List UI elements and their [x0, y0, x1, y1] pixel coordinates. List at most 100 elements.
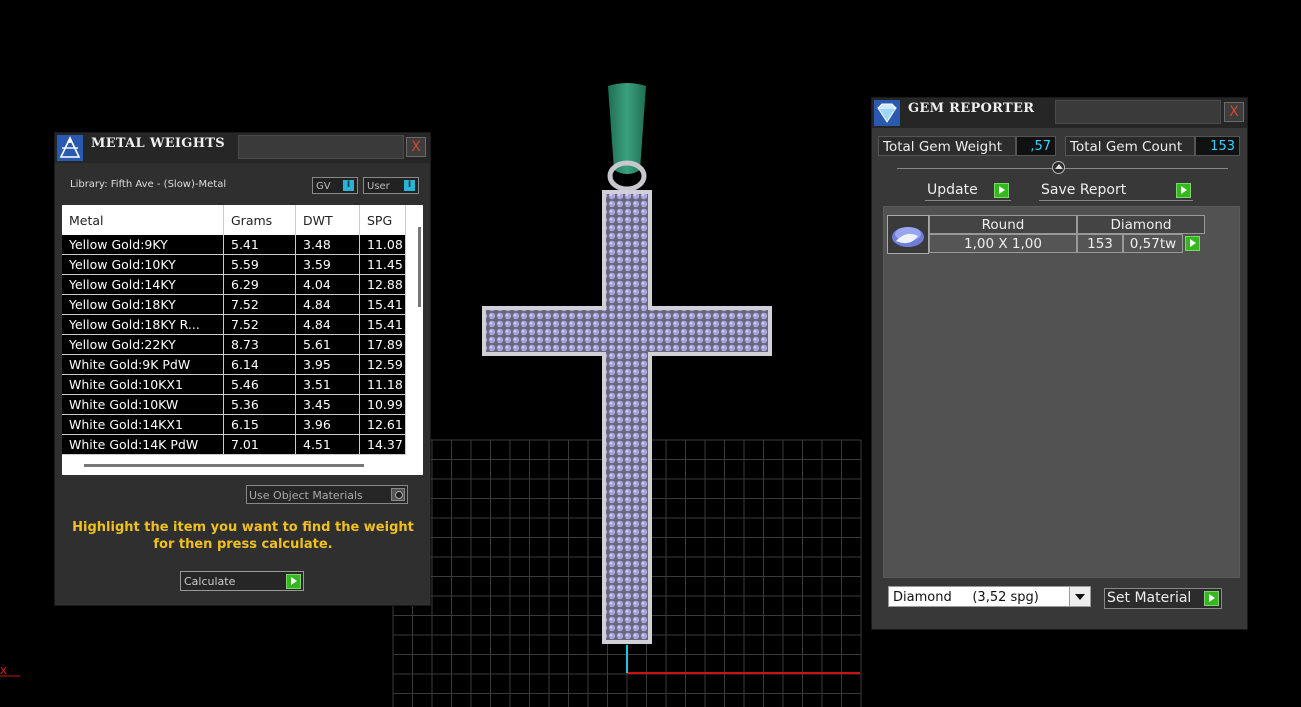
slider-handle[interactable] — [1052, 161, 1065, 174]
gem-reporter-close-button[interactable]: X — [1224, 102, 1244, 122]
table-row[interactable]: Yellow Gold:22KY 8.73 5.61 17.89 — [62, 334, 406, 355]
titlebar-grip[interactable] — [238, 135, 404, 159]
set-material-button[interactable]: Set Material — [1104, 588, 1222, 609]
table-row[interactable]: White Gold:14K PdW 7.01 4.51 14.37 — [62, 434, 406, 455]
dwt-cell: 4.51 — [295, 434, 360, 455]
metal-name-cell: Yellow Gold:10KY — [62, 254, 224, 275]
grams-cell: 5.41 — [223, 235, 296, 255]
spg-cell: 17.89 — [359, 334, 406, 355]
total-gem-weight-value: ,57 — [1016, 136, 1056, 156]
grams-cell: 7.01 — [223, 434, 296, 455]
table-horizontal-scrollbar[interactable] — [84, 464, 364, 467]
table-row[interactable]: Yellow Gold:9KY 5.41 3.48 11.08 — [62, 235, 406, 255]
table-row[interactable]: Yellow Gold:18KY 7.52 4.84 15.41 — [62, 294, 406, 315]
grams-cell: 6.14 — [223, 354, 296, 375]
spg-cell: 14.37 — [359, 434, 406, 455]
table-vertical-scrollbar[interactable] — [418, 227, 421, 307]
play-arrow-icon — [994, 183, 1009, 198]
table-row[interactable]: Yellow Gold:14KY 6.29 4.04 12.88 — [62, 274, 406, 295]
spg-cell: 11.08 — [359, 235, 406, 255]
column-header-dwt[interactable]: DWT — [295, 205, 360, 235]
metal-weights-panel: METAL WEIGHTS X Library: Fifth Ave - (Sl… — [55, 133, 430, 605]
table-row[interactable]: White Gold:10KW 5.36 3.45 10.99 — [62, 394, 406, 415]
metal-name-cell: Yellow Gold:14KY — [62, 274, 224, 295]
gem-reporter-titlebar[interactable]: GEM REPORTER X — [872, 98, 1247, 128]
metal-weights-titlebar[interactable]: METAL WEIGHTS X — [55, 133, 430, 163]
play-arrow-icon — [286, 574, 301, 589]
dwt-cell: 3.51 — [295, 374, 360, 395]
gem-shape-cell[interactable]: Round — [929, 215, 1077, 234]
x-axis-label: x — [0, 663, 8, 677]
dwt-cell: 5.61 — [295, 334, 360, 355]
play-arrow-icon[interactable] — [1185, 236, 1200, 251]
table-row[interactable]: White Gold:9K PdW 6.14 3.95 12.59 — [62, 354, 406, 375]
metal-table: Metal Grams DWT SPG Yellow Gold:9KY 5.41 3… — [62, 205, 423, 475]
dwt-cell: 3.59 — [295, 254, 360, 275]
metal-weights-close-button[interactable]: X — [406, 137, 426, 157]
metal-weights-title: METAL WEIGHTS — [91, 136, 225, 151]
table-row[interactable]: White Gold:14KX1 6.15 3.96 12.61 — [62, 414, 406, 435]
total-gem-count-label: Total Gem Count — [1065, 136, 1195, 156]
user-toggle-indicator: I — [404, 180, 415, 191]
use-object-materials-label: Use Object Materials — [249, 489, 363, 502]
gem-weight-cell[interactable]: 0,57tw — [1123, 234, 1183, 253]
calculate-button[interactable]: Calculate — [180, 571, 304, 591]
set-material-label: Set Material — [1107, 590, 1192, 606]
metal-name-cell: White Gold:14K PdW — [62, 434, 224, 455]
column-header-grams[interactable]: Grams — [223, 205, 296, 235]
spg-cell: 12.88 — [359, 274, 406, 295]
metal-name-cell: White Gold:14KX1 — [62, 414, 224, 435]
table-row[interactable]: Yellow Gold:10KY 5.59 3.59 11.45 — [62, 254, 406, 275]
dwt-cell: 4.84 — [295, 314, 360, 335]
metal-name-cell: Yellow Gold:22KY — [62, 334, 224, 355]
use-object-materials-toggle[interactable]: Use Object Materials — [246, 485, 408, 504]
titlebar-grip[interactable] — [1055, 100, 1221, 124]
gem-count-cell[interactable]: 153 — [1077, 234, 1123, 253]
save-report-button[interactable]: Save Report — [1039, 180, 1193, 201]
metal-weights-icon — [57, 135, 83, 161]
dwt-cell: 4.04 — [295, 274, 360, 295]
hint-text: Highlight the item you want to find the … — [72, 520, 414, 552]
grams-cell: 5.36 — [223, 394, 296, 415]
chevron-down-icon[interactable] — [1069, 587, 1090, 606]
gem-reporter-icon — [874, 100, 900, 126]
update-button[interactable]: Update — [925, 180, 1011, 201]
round-diamond-icon — [892, 227, 924, 247]
grams-cell: 7.52 — [223, 314, 296, 335]
gem-material-cell[interactable]: Diamond — [1077, 215, 1205, 234]
total-gem-weight-label: Total Gem Weight — [878, 136, 1016, 156]
spg-cell: 10.99 — [359, 394, 406, 415]
material-select-value: Diamond (3,52 spg) — [893, 590, 1039, 605]
material-select[interactable]: Diamond (3,52 spg) — [888, 586, 1091, 607]
dwt-cell: 3.48 — [295, 235, 360, 255]
cross-pendant[interactable] — [482, 190, 772, 644]
dwt-cell: 3.45 — [295, 394, 360, 415]
metal-name-cell: Yellow Gold:9KY — [62, 235, 224, 255]
table-row[interactable]: Yellow Gold:18KY R... 7.52 4.84 15.41 — [62, 314, 406, 335]
spg-cell: 12.59 — [359, 354, 406, 375]
metal-name-cell: Yellow Gold:18KY — [62, 294, 224, 315]
update-label: Update — [927, 182, 978, 198]
play-arrow-icon — [1204, 591, 1219, 606]
table-row[interactable]: White Gold:10KX1 5.46 3.51 11.18 — [62, 374, 406, 395]
metal-name-cell: Yellow Gold:18KY R... — [62, 314, 224, 335]
column-header-metal[interactable]: Metal — [62, 205, 224, 235]
metal-name-cell: White Gold:10KW — [62, 394, 224, 415]
dwt-cell: 4.84 — [295, 294, 360, 315]
pendant-bail[interactable] — [607, 83, 647, 192]
column-header-spg[interactable]: SPG — [359, 205, 406, 235]
user-toggle[interactable]: User I — [363, 177, 419, 194]
library-label: Library: Fifth Ave - (Slow)-Metal — [70, 179, 227, 190]
metal-name-cell: White Gold:10KX1 — [62, 374, 224, 395]
spg-cell: 15.41 — [359, 294, 406, 315]
grams-cell: 8.73 — [223, 334, 296, 355]
spg-cell: 11.18 — [359, 374, 406, 395]
dwt-cell: 3.96 — [295, 414, 360, 435]
gem-row-thumbnail[interactable] — [887, 215, 929, 254]
play-arrow-icon — [1176, 183, 1191, 198]
gv-toggle[interactable]: GV I — [312, 177, 358, 194]
save-report-label: Save Report — [1041, 182, 1127, 198]
gem-list: Round Diamond 1,00 X 1,00 153 0,57tw — [883, 206, 1240, 578]
gem-size-cell[interactable]: 1,00 X 1,00 — [929, 234, 1077, 253]
gv-toggle-label: GV — [316, 181, 331, 192]
